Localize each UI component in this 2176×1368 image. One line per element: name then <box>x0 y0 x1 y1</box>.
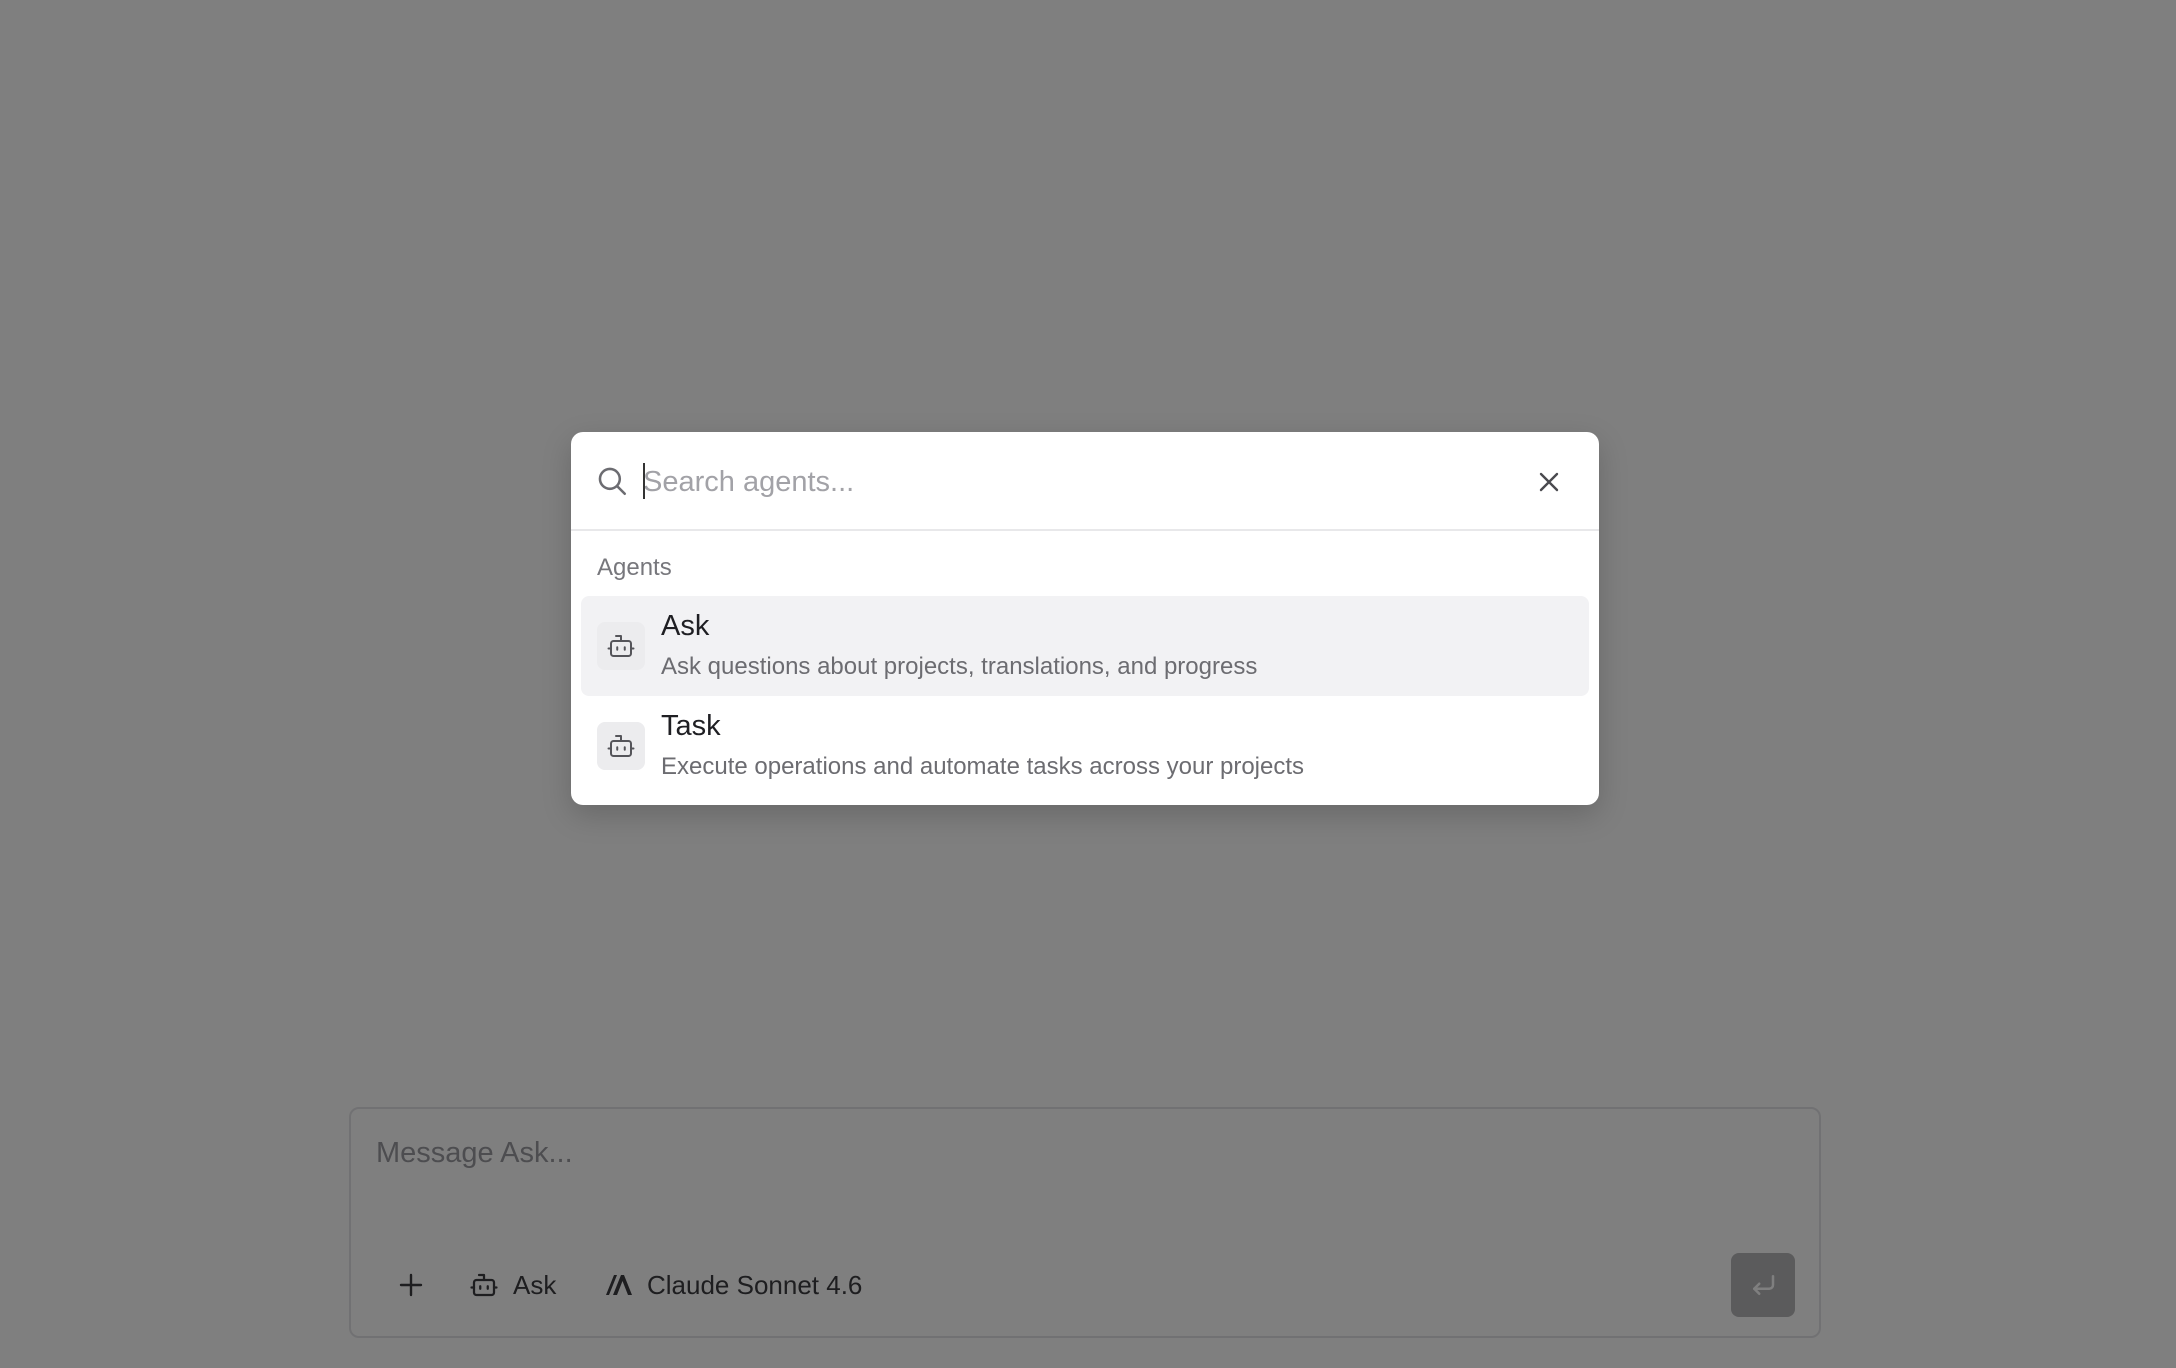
search-agents-input[interactable] <box>643 456 1503 508</box>
agent-icon-container <box>597 622 645 670</box>
agent-description: Ask questions about projects, translatio… <box>661 653 1258 680</box>
agent-item-ask[interactable]: Ask Ask questions about projects, transl… <box>581 596 1589 696</box>
app-page: Message Ask... Ask Claude Sonnet 4. <box>0 0 2176 1368</box>
close-button[interactable] <box>1529 462 1569 502</box>
agent-picker-dialog: Agents Ask Ask questions about projects,… <box>571 432 1599 805</box>
search-bar <box>571 432 1599 531</box>
agent-item-task[interactable]: Task Execute operations and automate tas… <box>581 696 1589 796</box>
close-icon <box>1539 472 1559 492</box>
agent-description: Execute operations and automate tasks ac… <box>661 753 1305 780</box>
section-label-agents: Agents <box>597 554 672 581</box>
search-icon <box>598 467 627 496</box>
bot-icon <box>607 635 635 657</box>
agent-name: Ask <box>661 610 710 642</box>
bot-icon <box>607 735 635 757</box>
agent-name: Task <box>661 710 721 742</box>
agent-icon-container <box>597 722 645 770</box>
text-caret <box>643 463 645 499</box>
